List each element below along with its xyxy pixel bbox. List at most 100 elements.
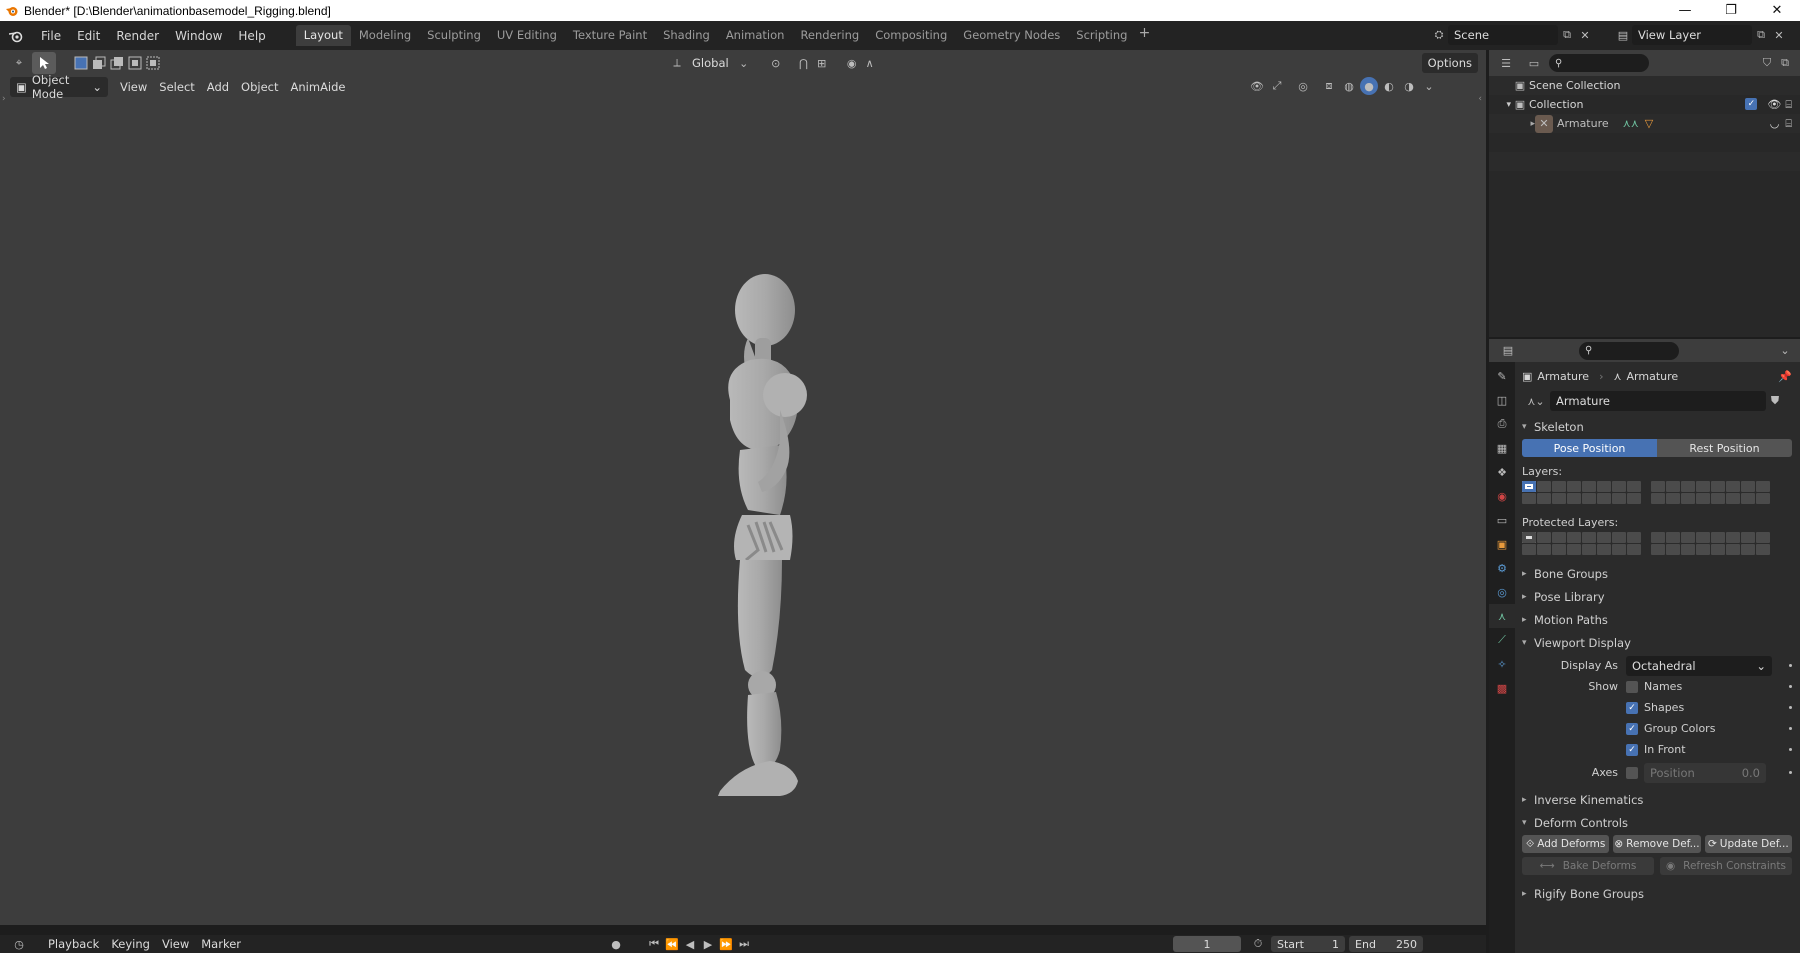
properties-editor-type-icon[interactable]: ▤ [1499, 342, 1517, 360]
proportional-editing-icon[interactable]: ◉ [843, 54, 861, 72]
shapes-checkbox[interactable] [1626, 701, 1638, 714]
tab-compositing[interactable]: Compositing [867, 25, 955, 46]
datablock-name-field[interactable]: Armature [1550, 391, 1766, 411]
header-menu-object[interactable]: Object [235, 77, 284, 97]
protected-layer-button[interactable] [1756, 532, 1770, 543]
select-tool-button[interactable] [32, 52, 56, 74]
fake-user-shield-icon[interactable]: ⛊ [1766, 392, 1784, 410]
new-collection-icon[interactable]: ⧉ [1776, 54, 1794, 72]
remove-deforms-button[interactable]: ⊗ Remove Def... [1613, 835, 1701, 853]
auto-keying-icon[interactable]: ● [607, 935, 625, 953]
protected-layer-button[interactable] [1537, 532, 1551, 543]
layer-button[interactable] [1612, 493, 1626, 504]
gizmo-icon[interactable]: ⤢ [1268, 77, 1286, 95]
select-extend-icon[interactable] [90, 54, 108, 72]
jump-to-keyframe-forward-icon[interactable]: ⏩ [717, 935, 735, 953]
texture-tab-icon[interactable]: ▩ [1489, 676, 1515, 700]
layer-button[interactable] [1537, 493, 1551, 504]
options-dropdown[interactable]: Options [1421, 53, 1478, 73]
toolbar-expand-icon[interactable]: › [2, 94, 6, 104]
sidebar-expand-icon[interactable]: ‹ [1478, 94, 1482, 104]
header-menu-select[interactable]: Select [153, 77, 200, 97]
xray-icon[interactable]: ⧈ [1320, 77, 1338, 95]
keyframe-dot-icon[interactable] [1789, 771, 1792, 774]
panel-header-inverse-kinematics[interactable]: ▸ Inverse Kinematics [1516, 789, 1800, 810]
layer-button[interactable] [1597, 481, 1611, 492]
update-deforms-button[interactable]: ⟳ Update Def... [1704, 835, 1792, 853]
visibility-icon[interactable]: 👁 [1248, 77, 1266, 95]
collection-tab-icon[interactable]: ▭ [1489, 508, 1515, 532]
bone-tab-icon[interactable]: ⟋ [1489, 628, 1515, 652]
layer-button[interactable] [1696, 481, 1710, 492]
layer-button[interactable] [1537, 481, 1551, 492]
layer-button[interactable] [1552, 493, 1566, 504]
menu-file[interactable]: File [33, 25, 69, 47]
menu-help[interactable]: Help [230, 25, 273, 47]
panel-header-rigify-bone-groups[interactable]: ▸ Rigify Bone Groups [1516, 883, 1800, 904]
protected-layer-button[interactable] [1552, 532, 1566, 543]
pivot-point-icon[interactable]: ⊙ [767, 54, 785, 72]
panel-header-bone-groups[interactable]: ▸ Bone Groups [1516, 563, 1800, 584]
protected-layer-button[interactable] [1612, 532, 1626, 543]
menu-edit[interactable]: Edit [69, 25, 108, 47]
layer-button[interactable] [1666, 481, 1680, 492]
layer-button[interactable] [1522, 493, 1536, 504]
timeline-editor-type-icon[interactable]: ◷ [10, 935, 28, 953]
protected-layer-button[interactable] [1567, 544, 1581, 555]
layer-button[interactable] [1756, 481, 1770, 492]
menu-window[interactable]: Window [167, 25, 230, 47]
panel-header-viewport-display[interactable]: ▾ Viewport Display [1516, 632, 1800, 653]
eye-icon[interactable]: 👁 [1767, 98, 1781, 112]
layer-button[interactable] [1567, 481, 1581, 492]
hidden-eye-icon[interactable]: ◡ [1770, 117, 1780, 131]
layer-button[interactable] [1627, 481, 1641, 492]
tool-tab-icon[interactable]: ✎ [1489, 364, 1515, 388]
layer-button[interactable] [1711, 493, 1725, 504]
layer-button[interactable] [1666, 493, 1680, 504]
layer-button[interactable] [1741, 481, 1755, 492]
scene-name-field[interactable]: Scene [1448, 25, 1558, 45]
view-layer-tab-icon[interactable]: ▦ [1489, 436, 1515, 460]
browse-armature-icon[interactable]: ⋏⌄ [1522, 392, 1550, 410]
protected-layer-button[interactable] [1696, 532, 1710, 543]
protected-layer-button[interactable] [1627, 544, 1641, 555]
tab-modeling[interactable]: Modeling [351, 25, 419, 46]
protected-layer-button[interactable] [1597, 544, 1611, 555]
jump-to-start-icon[interactable]: ⏮ [645, 935, 663, 953]
layer-button[interactable] [1582, 493, 1596, 504]
new-view-layer-icon[interactable]: ⧉ [1752, 26, 1770, 44]
bake-deforms-button[interactable]: ⟷ Bake Deforms [1522, 857, 1654, 875]
exclude-checkbox[interactable] [1745, 97, 1758, 110]
view-layer-icon[interactable]: ▤ [1614, 26, 1632, 44]
physics-tab-icon[interactable]: ◎ [1489, 580, 1515, 604]
protected-layer-button[interactable] [1651, 532, 1665, 543]
timeline-menu-view[interactable]: View [156, 934, 195, 953]
protected-layer-button[interactable] [1522, 544, 1536, 555]
protected-layer-button[interactable] [1612, 544, 1626, 555]
tab-geometry-nodes[interactable]: Geometry Nodes [955, 25, 1068, 46]
pin-icon[interactable]: 📌 [1778, 370, 1792, 383]
bone-constraint-tab-icon[interactable]: ✧ [1489, 652, 1515, 676]
modifier-icon[interactable]: ▽ [1645, 117, 1653, 130]
rendered-shading-icon[interactable]: ◑ [1400, 77, 1418, 95]
axes-checkbox[interactable] [1626, 766, 1638, 779]
protected-layer-button[interactable] [1651, 544, 1665, 555]
armature-data-icon[interactable]: ⋏⋏ [1623, 117, 1639, 130]
select-new-icon[interactable] [72, 54, 90, 72]
add-deforms-button[interactable]: ⟐ Add Deforms [1522, 835, 1610, 853]
select-intersect-icon[interactable] [144, 54, 162, 72]
play-reverse-icon[interactable]: ◀ [681, 935, 699, 953]
chevron-down-icon[interactable]: ⌄ [1776, 342, 1794, 360]
object-tab-icon[interactable]: ▣ [1489, 532, 1515, 556]
panel-header-skeleton[interactable]: ▾ Skeleton [1516, 416, 1800, 437]
preview-range-clock-icon[interactable]: ⏱ [1249, 935, 1267, 953]
timeline-menu-marker[interactable]: Marker [195, 934, 247, 953]
layer-button[interactable] [1681, 493, 1695, 504]
display-mode-icon[interactable]: ▭ [1525, 54, 1543, 72]
output-tab-icon[interactable]: ⎙ [1489, 412, 1515, 436]
layer-button[interactable] [1726, 481, 1740, 492]
shading-options-icon[interactable]: ⌄ [1420, 77, 1438, 95]
keyframe-dot-icon[interactable] [1789, 685, 1792, 688]
protected-layer-button[interactable] [1696, 544, 1710, 555]
layer-button[interactable] [1711, 481, 1725, 492]
